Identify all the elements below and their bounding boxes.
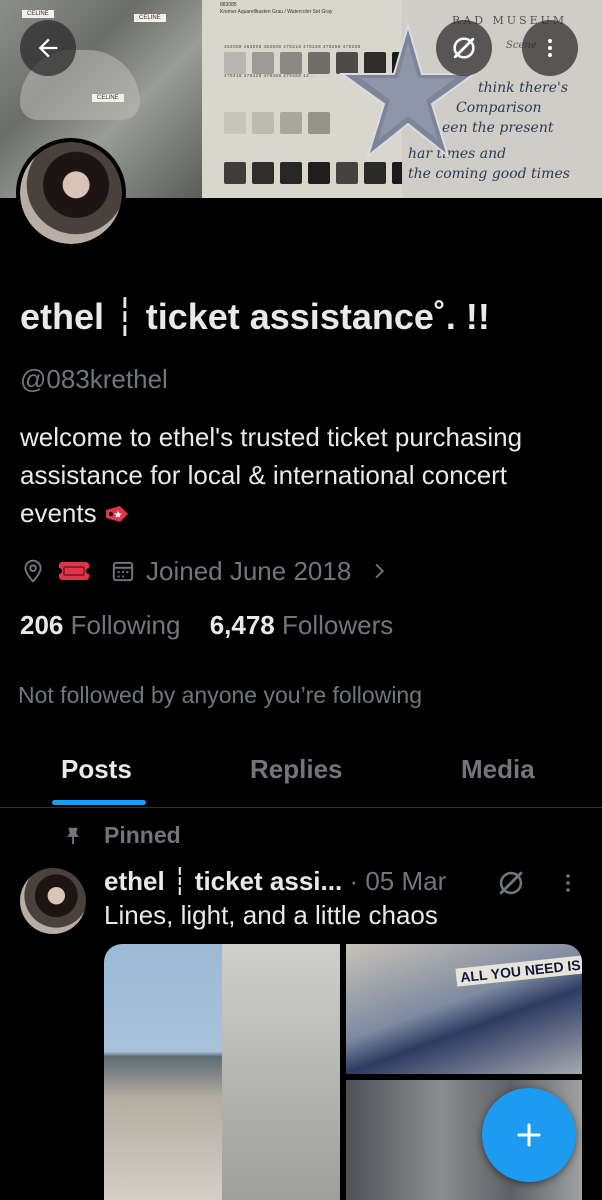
sweater-tag: CELINE [22, 10, 54, 18]
slash-circle-icon [453, 37, 475, 59]
post-author-name[interactable]: ethel ┆ ticket assi... [104, 866, 342, 896]
followers-count: 6,478 [209, 610, 275, 640]
media-photo-building[interactable] [104, 944, 340, 1200]
arrow-left-icon [38, 38, 58, 58]
chevron-right-icon[interactable] [369, 561, 389, 581]
post-author-avatar[interactable] [20, 868, 86, 934]
palette-code: 883085 [220, 2, 237, 8]
active-tab-indicator [52, 800, 146, 805]
back-button[interactable] [20, 20, 76, 76]
ticket-emoji-icon [58, 559, 90, 583]
profile-meta-row: Joined June 2018 [20, 553, 389, 589]
post-header: ethel ┆ ticket assi... · 05 Mar [104, 866, 446, 897]
post-date[interactable]: 05 Mar [365, 866, 446, 896]
profile-bio: welcome to ethel's trusted ticket purcha… [20, 418, 580, 532]
profile-tabs: Posts Replies Media [0, 740, 602, 808]
sweater-tag: CELINE [134, 14, 166, 22]
following-link[interactable]: 206 Following [20, 610, 188, 640]
compose-post-button[interactable] [482, 1088, 576, 1182]
grok-button[interactable] [436, 20, 492, 76]
calendar-icon [110, 558, 136, 584]
plus-icon [517, 1123, 541, 1147]
following-count: 206 [20, 610, 64, 640]
swatch-row [224, 112, 330, 134]
post-more-icon[interactable] [556, 870, 580, 896]
ticket-tag-emoji-icon [105, 506, 128, 522]
more-options-button[interactable] [522, 20, 578, 76]
tab-replies[interactable]: Replies [250, 754, 343, 785]
pinned-label: Pinned [104, 822, 181, 848]
tab-media[interactable]: Media [461, 754, 535, 785]
display-name: ethel ┆ ticket assistance˚. !! [20, 296, 490, 337]
note-line: think there's [478, 80, 569, 96]
newspaper-headline: ALL YOU NEED IS [455, 955, 582, 987]
palette-title: Kremer Aquarellkasten Grau / Watercolor … [220, 9, 333, 15]
post-separator: · [349, 866, 359, 896]
note-line: the coming good times [408, 166, 570, 182]
follow-stats: 206 Following 6,478 Followers [20, 610, 393, 641]
joined-date: Joined June 2018 [146, 555, 352, 586]
user-handle: @083krethel [20, 364, 168, 394]
slash-circle-icon[interactable] [494, 866, 528, 900]
profile-avatar[interactable] [16, 138, 126, 248]
location-pin-icon [20, 558, 46, 584]
more-vertical-icon [548, 39, 552, 57]
media-photo-newspaper[interactable]: ALL YOU NEED IS [346, 944, 582, 1074]
post-text: Lines, light, and a little chaos [104, 900, 438, 930]
following-label: Following [70, 610, 181, 640]
followers-link[interactable]: 6,478 Followers [210, 610, 394, 640]
pinned-indicator: Pinned [62, 822, 181, 849]
swatch-row [224, 162, 414, 184]
bio-text: welcome to ethel's trusted ticket purcha… [20, 422, 523, 528]
not-followed-notice: Not followed by anyone you’re following [18, 682, 423, 708]
followers-label: Followers [282, 610, 394, 640]
tab-posts[interactable]: Posts [61, 754, 132, 785]
sweater-tag: CELINE [92, 94, 124, 102]
pin-icon [67, 827, 79, 844]
avatar-photo [20, 142, 122, 244]
palette-codes: 479418 479428 479458 479468 12... [224, 73, 315, 78]
